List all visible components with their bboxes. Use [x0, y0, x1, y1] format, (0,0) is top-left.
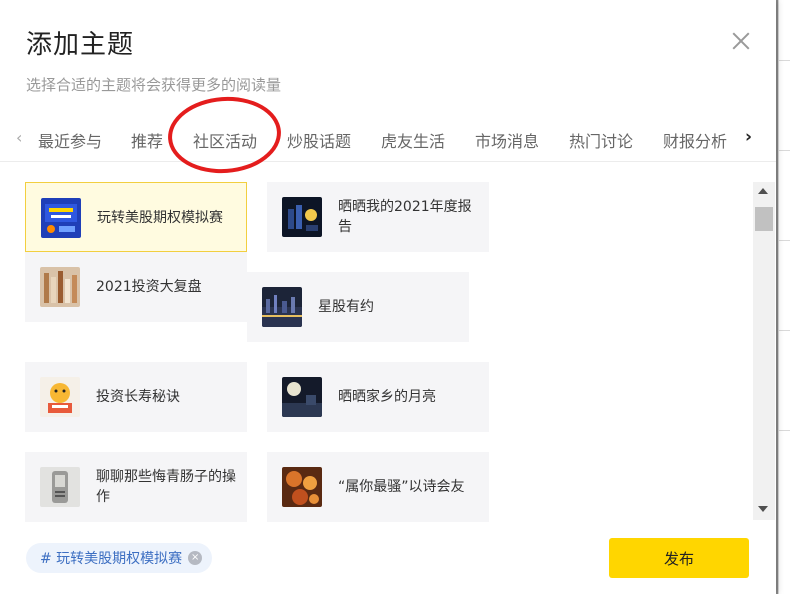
- close-icon[interactable]: [730, 30, 752, 52]
- topic-card[interactable]: 星股有约: [247, 272, 469, 342]
- moon-thumbnail: [282, 377, 322, 417]
- scroll-down-arrow-icon[interactable]: [758, 506, 768, 512]
- gadget-thumbnail: [40, 467, 80, 507]
- chevron-left-icon[interactable]: ‹: [16, 128, 22, 147]
- scroll-up-arrow-icon[interactable]: [758, 188, 768, 194]
- topic-card[interactable]: 2021投资大复盘: [25, 252, 247, 322]
- tab-community-events[interactable]: 社区活动: [193, 128, 257, 152]
- topic-label: 玩转美股期权模拟赛: [97, 210, 223, 226]
- topic-label: 星股有约: [318, 299, 374, 315]
- chevron-right-icon[interactable]: ›: [745, 127, 752, 147]
- topic-card[interactable]: 聊聊那些悔青肠子的操作: [25, 452, 247, 522]
- scrollbar-thumb[interactable]: [755, 207, 773, 231]
- dialog-subtitle: 选择合适的主题将会获得更多的阅读量: [26, 76, 282, 94]
- topic-card[interactable]: 玩转美股期权模拟赛: [25, 182, 247, 252]
- topic-card[interactable]: 投资长寿秘诀: [25, 362, 247, 432]
- topic-card[interactable]: 晒晒家乡的月亮: [267, 362, 489, 432]
- investment-review-thumbnail: [40, 267, 80, 307]
- tab-stock-topics[interactable]: 炒股话题: [287, 128, 351, 152]
- topic-label: 聊聊那些悔青肠子的操作: [96, 469, 236, 505]
- background-divider: [779, 150, 790, 151]
- tab-market-news[interactable]: 市场消息: [475, 128, 539, 152]
- remove-topic-icon[interactable]: ×: [188, 551, 203, 565]
- tab-recommended[interactable]: 推荐: [131, 128, 163, 152]
- selected-topic-chip-label: # 玩转美股期权模拟赛: [40, 551, 183, 567]
- dialog-title: 添加主题: [26, 30, 135, 60]
- background-page-strip: [778, 0, 790, 594]
- publish-button[interactable]: 发布: [609, 538, 749, 578]
- add-topic-dialog: 添加主题 选择合适的主题将会获得更多的阅读量 ‹ 最近参与 推荐 社区活动 炒股…: [0, 0, 776, 594]
- city-night-thumbnail: [262, 287, 302, 327]
- topic-card[interactable]: “属你最骚”以诗会友: [267, 452, 489, 522]
- background-divider: [779, 330, 790, 331]
- annual-report-thumbnail: [282, 197, 322, 237]
- topic-label: 晒晒家乡的月亮: [338, 389, 436, 405]
- topic-category-tabs: ‹ 最近参与 推荐 社区活动 炒股话题 虎友生活 市场消息 热门讨论 财报分析 …: [0, 118, 776, 162]
- tab-earnings-analysis[interactable]: 财报分析: [663, 128, 727, 152]
- tab-hot-discussions[interactable]: 热门讨论: [569, 128, 633, 152]
- tab-tiger-life[interactable]: 虎友生活: [381, 128, 445, 152]
- tiger-mascot-thumbnail: [40, 377, 80, 417]
- option-contest-thumbnail: [41, 198, 81, 238]
- topic-label: 晒晒我的2021年度报告: [338, 199, 472, 235]
- autumn-leaves-thumbnail: [282, 467, 322, 507]
- topic-grid: 玩转美股期权模拟赛 晒晒我的2021年度报告 2021投资大复盘 星股有约 投资…: [0, 163, 776, 525]
- topic-card[interactable]: 晒晒我的2021年度报告: [267, 182, 489, 252]
- topic-label: 2021投资大复盘: [96, 279, 202, 295]
- topic-grid-scrollbar[interactable]: [753, 182, 775, 520]
- topic-label: 投资长寿秘诀: [96, 389, 180, 405]
- background-divider: [779, 240, 790, 241]
- selected-topic-chip: # 玩转美股期权模拟赛 ×: [26, 543, 213, 573]
- background-divider: [779, 430, 790, 431]
- topic-label: “属你最骚”以诗会友: [338, 479, 465, 495]
- tab-recent[interactable]: 最近参与: [38, 128, 102, 152]
- background-divider: [779, 60, 790, 61]
